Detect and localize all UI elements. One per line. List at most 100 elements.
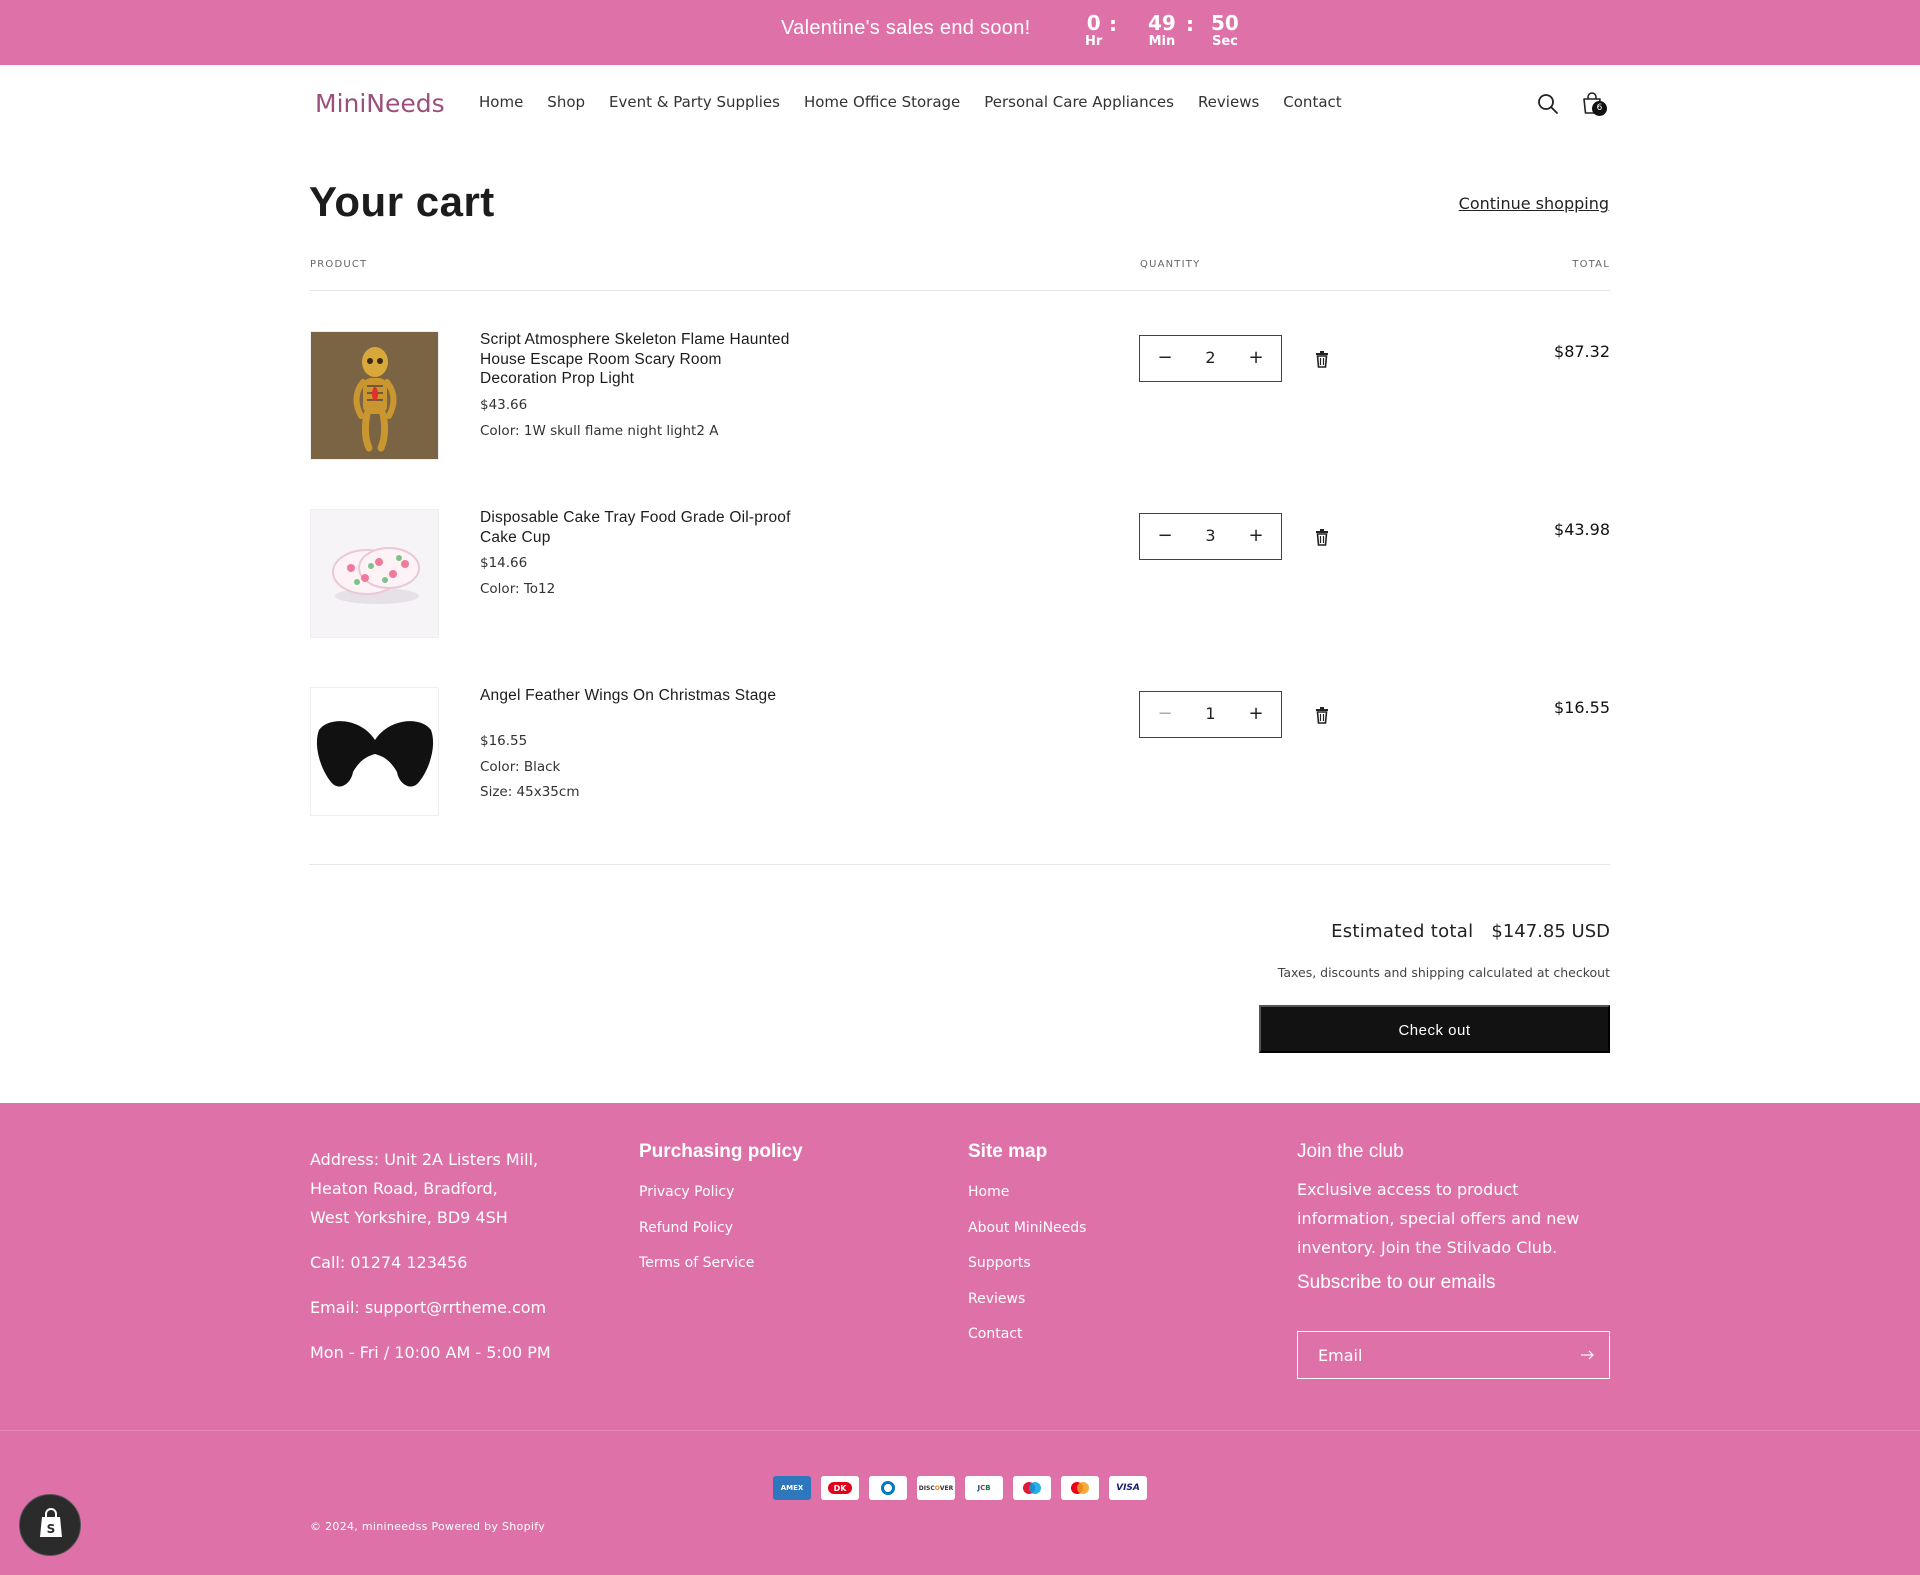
timer-seconds-label: Sec (1211, 34, 1238, 49)
diners-club-icon (869, 1476, 907, 1500)
column-header-quantity: QUANTITY (1140, 259, 1201, 270)
page-title: Your cart (309, 178, 495, 225)
visa-icon: VISA (1109, 1476, 1147, 1500)
footer: Address: Unit 2A Listers Mill, Heaton Ro… (0, 1103, 1920, 1575)
nav-reviews[interactable]: Reviews (1198, 93, 1259, 111)
address-line: West Yorkshire, BD9 4SH (310, 1208, 508, 1227)
quantity-stepper: − 3 + (1139, 513, 1282, 560)
site-logo[interactable]: MiniNeeds (315, 89, 445, 118)
amex-icon: AMEX (773, 1476, 811, 1500)
sitemap-heading: Site map (968, 1141, 1048, 1162)
address-line: Address: Unit 2A Listers Mill, (310, 1150, 539, 1169)
club-text: Exclusive access to product (1297, 1180, 1519, 1199)
product-option: Color: To12 (480, 581, 556, 597)
line-total: $87.32 (1554, 342, 1610, 361)
tax-note: Taxes, discounts and shipping calculated… (1277, 965, 1610, 980)
svg-text:S: S (47, 1522, 56, 1536)
sitemap-contact-link[interactable]: Contact (968, 1317, 1086, 1353)
support-email: Email: support@rrtheme.com (310, 1298, 547, 1317)
column-header-total: TOTAL (1572, 259, 1610, 270)
trash-icon[interactable] (1314, 528, 1330, 546)
line-total: $16.55 (1554, 698, 1610, 717)
store-name-link[interactable]: minineedss (362, 1520, 428, 1533)
product-name[interactable]: Disposable Cake Tray Food Grade Oil-proo… (480, 508, 800, 547)
cake-cup-icon (311, 510, 438, 637)
product-image-angel-wings[interactable] (310, 687, 439, 816)
product-price: $14.66 (480, 555, 528, 571)
timer-seconds-value: 50 (1211, 11, 1239, 35)
nav-home[interactable]: Home (479, 93, 523, 111)
refund-policy-link[interactable]: Refund Policy (639, 1211, 803, 1247)
jcb-icon: JCB (965, 1476, 1003, 1500)
timer-hours-label: Hr (1085, 34, 1103, 49)
continue-shopping-link[interactable]: Continue shopping (1459, 194, 1609, 213)
privacy-policy-link[interactable]: Privacy Policy (639, 1175, 803, 1211)
timer-minutes-value: 49 (1148, 11, 1176, 35)
policy-heading: Purchasing policy (639, 1141, 803, 1162)
sitemap-reviews-link[interactable]: Reviews (968, 1282, 1086, 1318)
product-price: $43.66 (480, 397, 528, 413)
timer-minutes: 49 Min (1148, 11, 1176, 49)
terms-of-service-link[interactable]: Terms of Service (639, 1246, 803, 1282)
line-total: $43.98 (1554, 520, 1610, 539)
maestro-icon (1013, 1476, 1051, 1500)
increase-quantity-button[interactable]: + (1245, 347, 1267, 369)
product-name[interactable]: Angel Feather Wings On Christmas Stage (480, 686, 800, 706)
estimated-total-value: $147.85 USD (1491, 921, 1610, 942)
timer-separator: : (1109, 12, 1117, 36)
dankort-icon: DK (821, 1476, 859, 1500)
club-text: inventory. Join the Stilvado Club. (1297, 1238, 1558, 1257)
nav-home-office-storage[interactable]: Home Office Storage (804, 93, 960, 111)
subscribe-heading: Subscribe to our emails (1297, 1272, 1496, 1293)
divider (309, 864, 1610, 865)
timer-separator: : (1186, 12, 1194, 36)
cart-item: Angel Feather Wings On Christmas Stage $… (309, 687, 1610, 817)
quantity-stepper: − 1 + (1139, 691, 1282, 738)
announcement-message: Valentine's sales end soon! (781, 17, 1031, 39)
club-heading: Join the club (1297, 1141, 1404, 1162)
increase-quantity-button[interactable]: + (1245, 703, 1267, 725)
product-option: Size: 45x35cm (480, 784, 580, 800)
nav-personal-care-appliances[interactable]: Personal Care Appliances (984, 93, 1174, 111)
increase-quantity-button[interactable]: + (1245, 525, 1267, 547)
sitemap-home-link[interactable]: Home (968, 1175, 1086, 1211)
quantity-stepper: − 2 + (1139, 335, 1282, 382)
powered-by-shopify-link[interactable]: Powered by Shopify (431, 1520, 545, 1533)
nav-shop[interactable]: Shop (547, 93, 585, 111)
product-option: Color: 1W skull flame night light2 A (480, 423, 719, 439)
timer-seconds: 50 Sec (1211, 11, 1239, 49)
timer-minutes-label: Min (1148, 34, 1176, 49)
newsletter-form (1297, 1331, 1610, 1379)
column-header-product: PRODUCT (310, 259, 368, 270)
address-line: Heaton Road, Bradford, (310, 1179, 498, 1198)
footer-contact: Address: Unit 2A Listers Mill, Heaton Ro… (310, 1145, 551, 1367)
shopify-bag-icon: S (40, 1508, 62, 1537)
footer-policy: Purchasing policy Privacy Policy Refund … (639, 1141, 803, 1282)
skeleton-figure-icon (311, 332, 438, 459)
angel-wings-icon (311, 688, 438, 815)
mastercard-icon (1061, 1476, 1099, 1500)
trash-icon[interactable] (1314, 350, 1330, 368)
copyright-year: © 2024, (310, 1520, 359, 1533)
footer-sitemap: Site map Home About MiniNeeds Supports R… (968, 1141, 1086, 1353)
sitemap-supports-link[interactable]: Supports (968, 1246, 1086, 1282)
search-icon[interactable] (1534, 90, 1562, 118)
footer-newsletter: Join the club Exclusive access to produc… (1297, 1141, 1617, 1294)
checkout-button[interactable]: Check out (1259, 1005, 1610, 1053)
product-image-cake-cup[interactable] (310, 509, 439, 638)
nav-event-party-supplies[interactable]: Event & Party Supplies (609, 93, 780, 111)
cart-count-badge: 6 (1592, 101, 1607, 116)
product-image-skeleton[interactable] (310, 331, 439, 460)
trash-icon[interactable] (1314, 706, 1330, 724)
payment-methods: AMEX DK DISC O VER JCB VISA (773, 1476, 1147, 1500)
product-price: $16.55 (480, 733, 528, 749)
product-name[interactable]: Script Atmosphere Skeleton Flame Haunted… (480, 330, 800, 389)
arrow-right-icon[interactable] (1579, 1347, 1595, 1363)
sitemap-about-link[interactable]: About MiniNeeds (968, 1211, 1086, 1247)
copyright: © 2024, minineedss Powered by Shopify (310, 1520, 545, 1533)
estimated-total-label: Estimated total (1331, 921, 1474, 942)
shopify-chat-button[interactable]: S (19, 1494, 81, 1556)
product-option: Color: Black (480, 759, 561, 775)
newsletter-email-input[interactable] (1298, 1332, 1568, 1378)
nav-contact[interactable]: Contact (1283, 93, 1341, 111)
